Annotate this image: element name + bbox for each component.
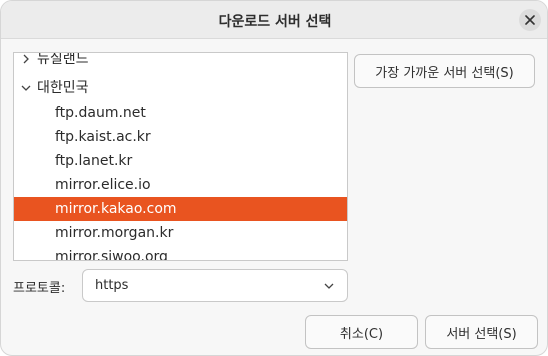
protocol-value: https — [95, 278, 129, 293]
server-item-label: ftp.kaist.ac.kr — [55, 129, 151, 145]
server-item-selected[interactable]: mirror.kakao.com — [14, 197, 347, 221]
tree-group-new-zealand[interactable]: 뉴질랜드 — [14, 52, 347, 71]
select-server-button[interactable]: 서버 선택(S) — [425, 315, 538, 349]
server-item-label: ftp.lanet.kr — [55, 153, 133, 169]
tree-group-korea[interactable]: 대한민국 — [14, 76, 347, 100]
server-item-label: ftp.daum.net — [55, 105, 146, 121]
server-item[interactable]: mirror.morgan.kr — [14, 221, 347, 245]
server-item[interactable]: mirror.elice.io — [14, 173, 347, 197]
server-item[interactable]: ftp.kaist.ac.kr — [14, 125, 347, 149]
server-list[interactable]: 뉴질랜드 대한민국 ftp.daum.net ftp.kaist.ac.kr f… — [13, 52, 348, 261]
close-icon — [525, 15, 535, 25]
server-item[interactable]: ftp.lanet.kr — [14, 149, 347, 173]
cancel-button[interactable]: 취소(C) — [305, 315, 418, 349]
protocol-label: 프로토콜: — [13, 281, 66, 296]
chevron-down-icon[interactable] — [20, 82, 32, 94]
server-item-label: mirror.elice.io — [55, 177, 151, 193]
server-item-label: mirror.morgan.kr — [55, 225, 174, 241]
tree-group-label: 뉴질랜드 — [37, 52, 89, 67]
chevron-right-icon[interactable] — [20, 53, 32, 65]
chevron-down-icon — [324, 283, 334, 289]
protocol-select[interactable]: https — [82, 269, 348, 302]
nearest-server-button[interactable]: 가장 가까운 서버 선택(S) — [354, 54, 535, 88]
download-server-dialog: 다운로드 서버 선택 뉴질랜드 대한민국 ftp.daum.net ftp.ka… — [0, 0, 548, 356]
title-bar: 다운로드 서버 선택 — [1, 1, 547, 39]
tree-group-label: 대한민국 — [37, 80, 89, 96]
dialog-title: 다운로드 서버 선택 — [218, 14, 332, 30]
server-item-label: mirror.kakao.com — [55, 201, 177, 217]
server-item[interactable]: mirror.siwoo.org — [14, 245, 347, 261]
close-button[interactable] — [519, 9, 541, 31]
server-item-label: mirror.siwoo.org — [55, 249, 168, 261]
server-item[interactable]: ftp.daum.net — [14, 101, 347, 125]
